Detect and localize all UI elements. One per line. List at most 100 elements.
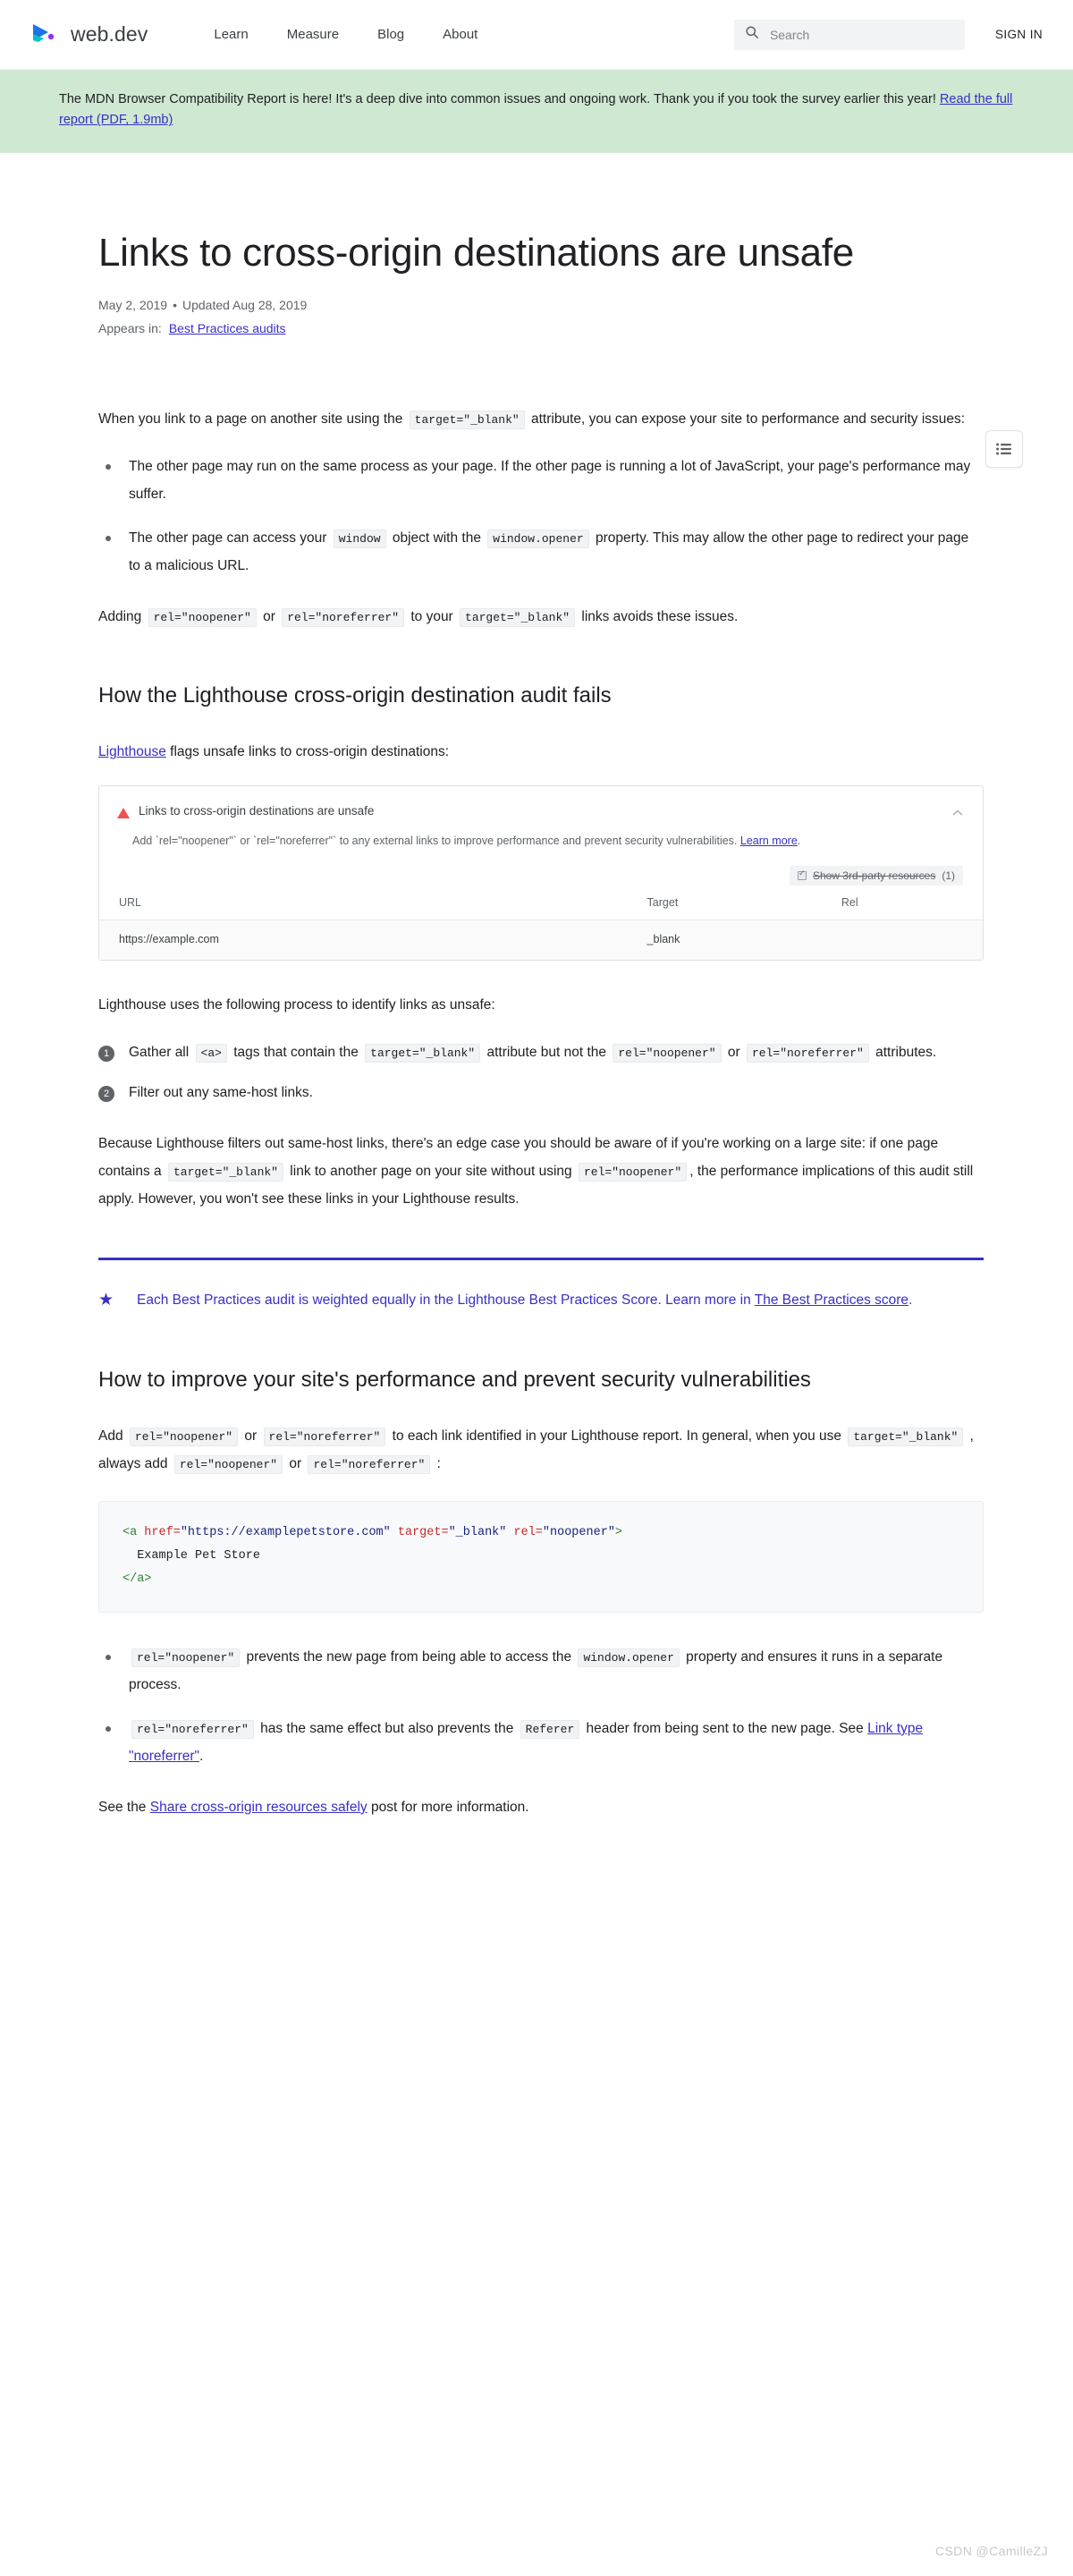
step-text-1: Gather all — [129, 1045, 193, 1061]
code-referer: Referer — [520, 1719, 580, 1739]
adding-text-1: Adding — [98, 609, 146, 625]
lighthouse-desc-end: . — [797, 835, 801, 848]
code-rel-noopener: rel="noopener" — [148, 608, 257, 628]
see-also-text-1: See the — [98, 1799, 150, 1815]
code-rel-noreferrer: rel="noreferrer" — [308, 1454, 431, 1474]
callout-row: ★ Each Best Practices audit is weighted … — [98, 1287, 984, 1314]
edge-text-2: link to another page on your site withou… — [286, 1164, 576, 1180]
brand-name: web.dev — [71, 22, 148, 46]
intro-bullet-list: The other page may run on the same proce… — [98, 453, 975, 580]
step-text-5: attributes. — [871, 1045, 937, 1061]
checkbox-checked-icon[interactable] — [797, 869, 807, 881]
adding-text-2: or — [258, 609, 280, 625]
cell-target: _blank — [646, 919, 841, 961]
brand[interactable]: web.dev — [30, 21, 148, 48]
article-body: When you link to a page on another site … — [98, 405, 984, 1821]
nav-item-blog[interactable]: Blog — [377, 27, 404, 42]
table-row: https://example.com _blank — [99, 919, 983, 961]
code-tag-open: <a — [123, 1525, 138, 1539]
star-icon: ★ — [98, 1291, 114, 1310]
code-target-blank: target="_blank" — [365, 1044, 481, 1063]
process-step-list: 1 Gather all <a> tags that contain the ta… — [98, 1038, 975, 1106]
code-value-target: "_blank" — [448, 1525, 507, 1539]
code-rel-noreferrer: rel="noreferrer" — [263, 1427, 386, 1446]
toc-toggle-button[interactable] — [985, 429, 1023, 468]
appears-in-link[interactable]: Best Practices audits — [169, 321, 286, 335]
edge-case-paragraph: Because Lighthouse filters out same-host… — [98, 1130, 975, 1213]
column-header-url: URL — [99, 889, 647, 921]
appears-in: Appears in: Best Practices audits — [98, 321, 975, 335]
published-date: May 2, 2019 — [98, 298, 168, 313]
code-attr-rel: rel= — [506, 1525, 543, 1539]
final-text-2: header from being sent to the new page. … — [582, 1720, 868, 1736]
final-text-3: . — [199, 1748, 204, 1764]
lighthouse-audit-card: Links to cross-origin destinations are u… — [98, 785, 984, 962]
chevron-up-icon[interactable] — [952, 807, 963, 818]
step-text-4: or — [723, 1045, 744, 1061]
code-window-opener: window.opener — [487, 530, 589, 549]
share-cross-origin-link[interactable]: Share cross-origin resources safely — [150, 1800, 368, 1815]
lighthouse-card-header[interactable]: Links to cross-origin destinations are u… — [99, 786, 983, 819]
banner-text: The MDN Browser Compatibility Report is … — [59, 92, 940, 106]
lighthouse-intro-paragraph: Lighthouse flags unsafe links to cross-o… — [98, 738, 975, 766]
intro-text-2: attribute, you can expose your site to p… — [527, 411, 966, 428]
search-icon — [745, 25, 759, 44]
see-also-paragraph: See the Share cross-origin resources saf… — [98, 1793, 975, 1821]
section-heading-how-to-improve: How to improve your site's performance a… — [98, 1367, 811, 1392]
list-item: 2 Filter out any same-host links. — [98, 1079, 975, 1106]
step-number: 2 — [98, 1086, 114, 1103]
webdev-chevron-logo-icon — [30, 21, 61, 48]
code-rel-noreferrer: rel="noreferrer" — [131, 1719, 254, 1739]
adding-text-4: links avoids these issues. — [578, 609, 739, 625]
list-item: rel="noopener" prevents the new page fro… — [98, 1643, 975, 1699]
site-header: web.dev Learn Measure Blog About SIGN IN — [0, 0, 1073, 70]
code-target-blank: target="_blank" — [409, 411, 525, 430]
improve-text-1: Add — [98, 1428, 127, 1444]
nav-item-learn[interactable]: Learn — [214, 27, 248, 42]
list-item: The other page may run on the same proce… — [98, 453, 975, 508]
code-value-href: "https://examplepetstore.com" — [180, 1525, 391, 1539]
code-rel-noopener: rel="noopener" — [578, 1163, 688, 1182]
third-party-filter-chip[interactable]: Show 3rd-party resources (1) — [789, 866, 963, 886]
code-attr-target: target= — [390, 1525, 449, 1539]
code-rel-noopener: rel="noopener" — [129, 1427, 239, 1446]
code-rel-noreferrer: rel="noreferrer" — [282, 608, 405, 628]
improve-paragraph: Add rel="noopener" or rel="noreferrer" t… — [98, 1422, 975, 1478]
cell-rel — [841, 919, 983, 961]
third-party-filter-label: Show 3rd-party resources — [812, 869, 936, 883]
bullet-text-2: object with the — [388, 530, 486, 547]
code-window: window — [333, 530, 386, 549]
learn-more-link[interactable]: Learn more — [740, 835, 798, 847]
warning-triangle-icon — [117, 808, 130, 819]
cell-url[interactable]: https://example.com — [99, 919, 647, 961]
search-input[interactable] — [767, 26, 954, 43]
third-party-filter[interactable]: Show 3rd-party resources (1) — [99, 852, 983, 889]
nav-item-about[interactable]: About — [443, 27, 477, 42]
step-text-2: tags that contain the — [229, 1045, 363, 1061]
adding-paragraph: Adding rel="noopener" or rel="noreferrer… — [98, 603, 975, 631]
list-item: 1 Gather all <a> tags that contain the ta… — [98, 1038, 975, 1066]
list-toc-icon — [996, 443, 1012, 455]
list-item: rel="noreferrer" has the same effect but… — [98, 1715, 975, 1770]
nav-item-measure[interactable]: Measure — [287, 27, 339, 42]
best-practices-score-link[interactable]: The Best Practices score — [755, 1292, 908, 1308]
bullet-text-1: The other page can access your — [129, 530, 331, 547]
section-heading-lighthouse-fails: How the Lighthouse cross-origin destinat… — [98, 683, 612, 708]
lighthouse-results-table: URL Target Rel https://example.com _blan… — [99, 889, 983, 961]
lighthouse-link[interactable]: Lighthouse — [98, 744, 166, 759]
intro-text-1: When you link to a page on another site … — [98, 411, 407, 428]
watermark: CSDN @CamilleZJ — [935, 2544, 1048, 2558]
page-wrap: Links to cross-origin destinations are u… — [0, 228, 1073, 1821]
code-rel-noopener: rel="noopener" — [131, 1648, 241, 1667]
page-title: Links to cross-origin destinations are u… — [98, 230, 854, 275]
article: Links to cross-origin destinations are u… — [0, 228, 1073, 1821]
code-target-blank: target="_blank" — [848, 1427, 964, 1446]
search-box[interactable] — [733, 19, 965, 50]
lighthouse-desc-text: Add `rel="noopener"` or `rel="noreferrer… — [132, 835, 740, 848]
final-text-1: has the same effect but also prevents th… — [256, 1720, 518, 1736]
column-header-target: Target — [646, 889, 841, 921]
sign-in-button[interactable]: SIGN IN — [995, 28, 1043, 41]
header-right: SIGN IN — [733, 19, 1043, 50]
callout-text: Each Best Practices audit is weighted eq… — [137, 1287, 912, 1314]
best-practices-callout: ★ Each Best Practices audit is weighted … — [98, 1258, 984, 1314]
